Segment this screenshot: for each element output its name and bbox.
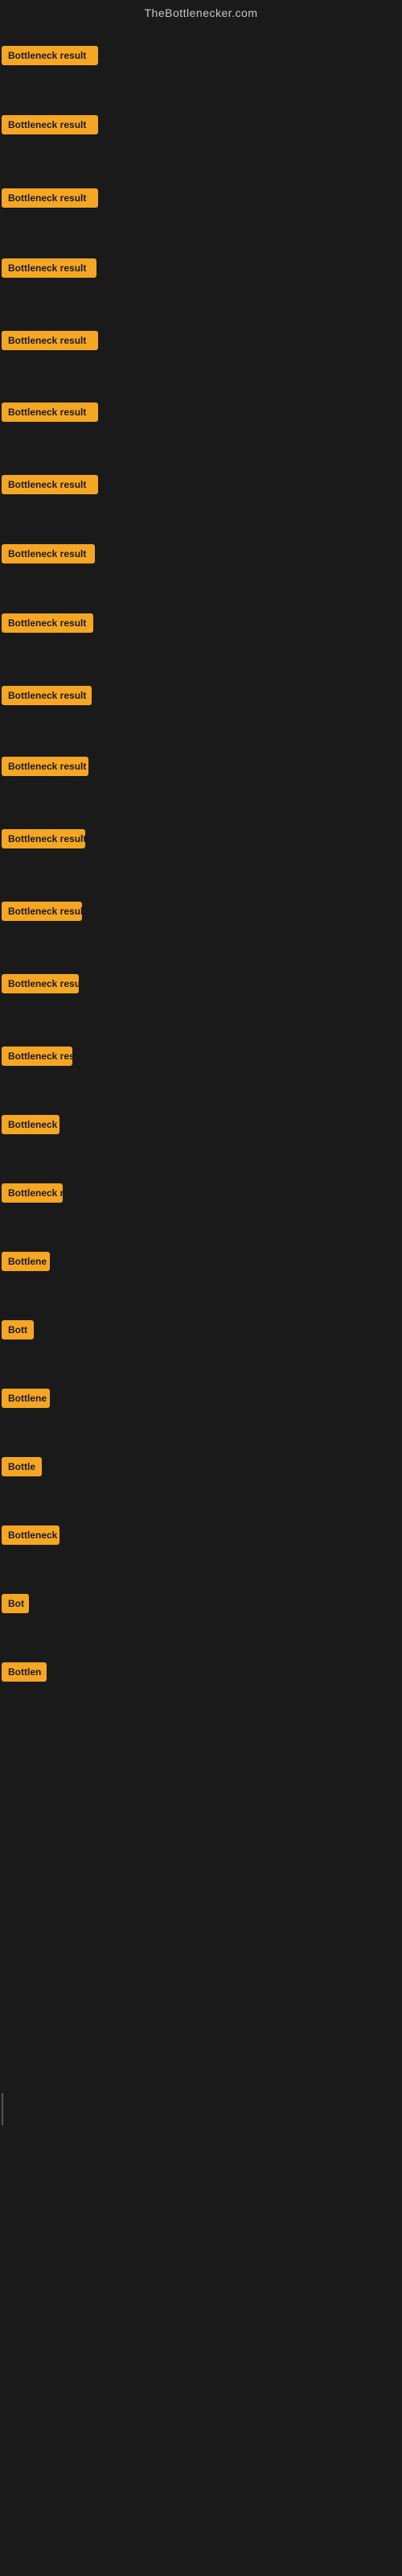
bottleneck-badge-16[interactable]: Bottleneck	[2, 1115, 59, 1134]
bottleneck-badge-7[interactable]: Bottleneck result	[2, 475, 98, 494]
bottleneck-item-12[interactable]: Bottleneck result	[2, 829, 85, 852]
site-header: TheBottlenecker.com	[0, 0, 402, 29]
bottleneck-badge-10[interactable]: Bottleneck result	[2, 686, 92, 705]
bottleneck-item-4[interactable]: Bottleneck result	[2, 258, 96, 282]
bottleneck-badge-14[interactable]: Bottleneck result	[2, 974, 79, 993]
bottleneck-item-5[interactable]: Bottleneck result	[2, 331, 98, 354]
bottleneck-item-19[interactable]: Bott	[2, 1320, 34, 1344]
bottleneck-item-16[interactable]: Bottleneck	[2, 1115, 59, 1138]
bottleneck-item-22[interactable]: Bottleneck	[2, 1525, 59, 1549]
bottleneck-badge-13[interactable]: Bottleneck result	[2, 902, 82, 921]
bottleneck-item-10[interactable]: Bottleneck result	[2, 686, 92, 709]
bottleneck-badge-2[interactable]: Bottleneck result	[2, 115, 98, 134]
bottleneck-item-13[interactable]: Bottleneck result	[2, 902, 82, 925]
bottleneck-badge-11[interactable]: Bottleneck result	[2, 757, 88, 776]
bottleneck-item-3[interactable]: Bottleneck result	[2, 188, 98, 212]
bottleneck-item-1[interactable]: Bottleneck result	[2, 46, 98, 69]
bottleneck-badge-3[interactable]: Bottleneck result	[2, 188, 98, 208]
bottleneck-badge-24[interactable]: Bottlen	[2, 1662, 47, 1682]
bottleneck-item-17[interactable]: Bottleneck r	[2, 1183, 63, 1207]
bottleneck-item-7[interactable]: Bottleneck result	[2, 475, 98, 498]
bottleneck-badge-18[interactable]: Bottlene	[2, 1252, 50, 1271]
bottleneck-badge-5[interactable]: Bottleneck result	[2, 331, 98, 350]
bottleneck-item-18[interactable]: Bottlene	[2, 1252, 50, 1275]
bottleneck-badge-21[interactable]: Bottle	[2, 1457, 42, 1476]
bottleneck-item-11[interactable]: Bottleneck result	[2, 757, 88, 780]
cursor-line	[2, 2093, 3, 2125]
bottleneck-item-21[interactable]: Bottle	[2, 1457, 42, 1480]
bottleneck-badge-6[interactable]: Bottleneck result	[2, 402, 98, 422]
bottleneck-item-23[interactable]: Bot	[2, 1594, 29, 1617]
bottleneck-badge-1[interactable]: Bottleneck result	[2, 46, 98, 65]
bottleneck-badge-9[interactable]: Bottleneck result	[2, 613, 93, 633]
bottleneck-badge-22[interactable]: Bottleneck	[2, 1525, 59, 1545]
bottleneck-badge-4[interactable]: Bottleneck result	[2, 258, 96, 278]
bottleneck-item-24[interactable]: Bottlen	[2, 1662, 47, 1686]
bottleneck-item-20[interactable]: Bottlene	[2, 1389, 50, 1412]
bottleneck-badge-17[interactable]: Bottleneck r	[2, 1183, 63, 1203]
bottleneck-badge-20[interactable]: Bottlene	[2, 1389, 50, 1408]
bottleneck-badge-8[interactable]: Bottleneck result	[2, 544, 95, 564]
bottleneck-badge-15[interactable]: Bottleneck res	[2, 1046, 72, 1066]
bottleneck-item-8[interactable]: Bottleneck result	[2, 544, 95, 568]
bottleneck-badge-12[interactable]: Bottleneck result	[2, 829, 85, 848]
bottleneck-badge-19[interactable]: Bott	[2, 1320, 34, 1340]
bottleneck-item-2[interactable]: Bottleneck result	[2, 115, 98, 138]
bottleneck-item-9[interactable]: Bottleneck result	[2, 613, 93, 637]
bottleneck-item-15[interactable]: Bottleneck res	[2, 1046, 72, 1070]
bottleneck-badge-23[interactable]: Bot	[2, 1594, 29, 1613]
bottleneck-item-6[interactable]: Bottleneck result	[2, 402, 98, 426]
bottleneck-item-14[interactable]: Bottleneck result	[2, 974, 79, 997]
